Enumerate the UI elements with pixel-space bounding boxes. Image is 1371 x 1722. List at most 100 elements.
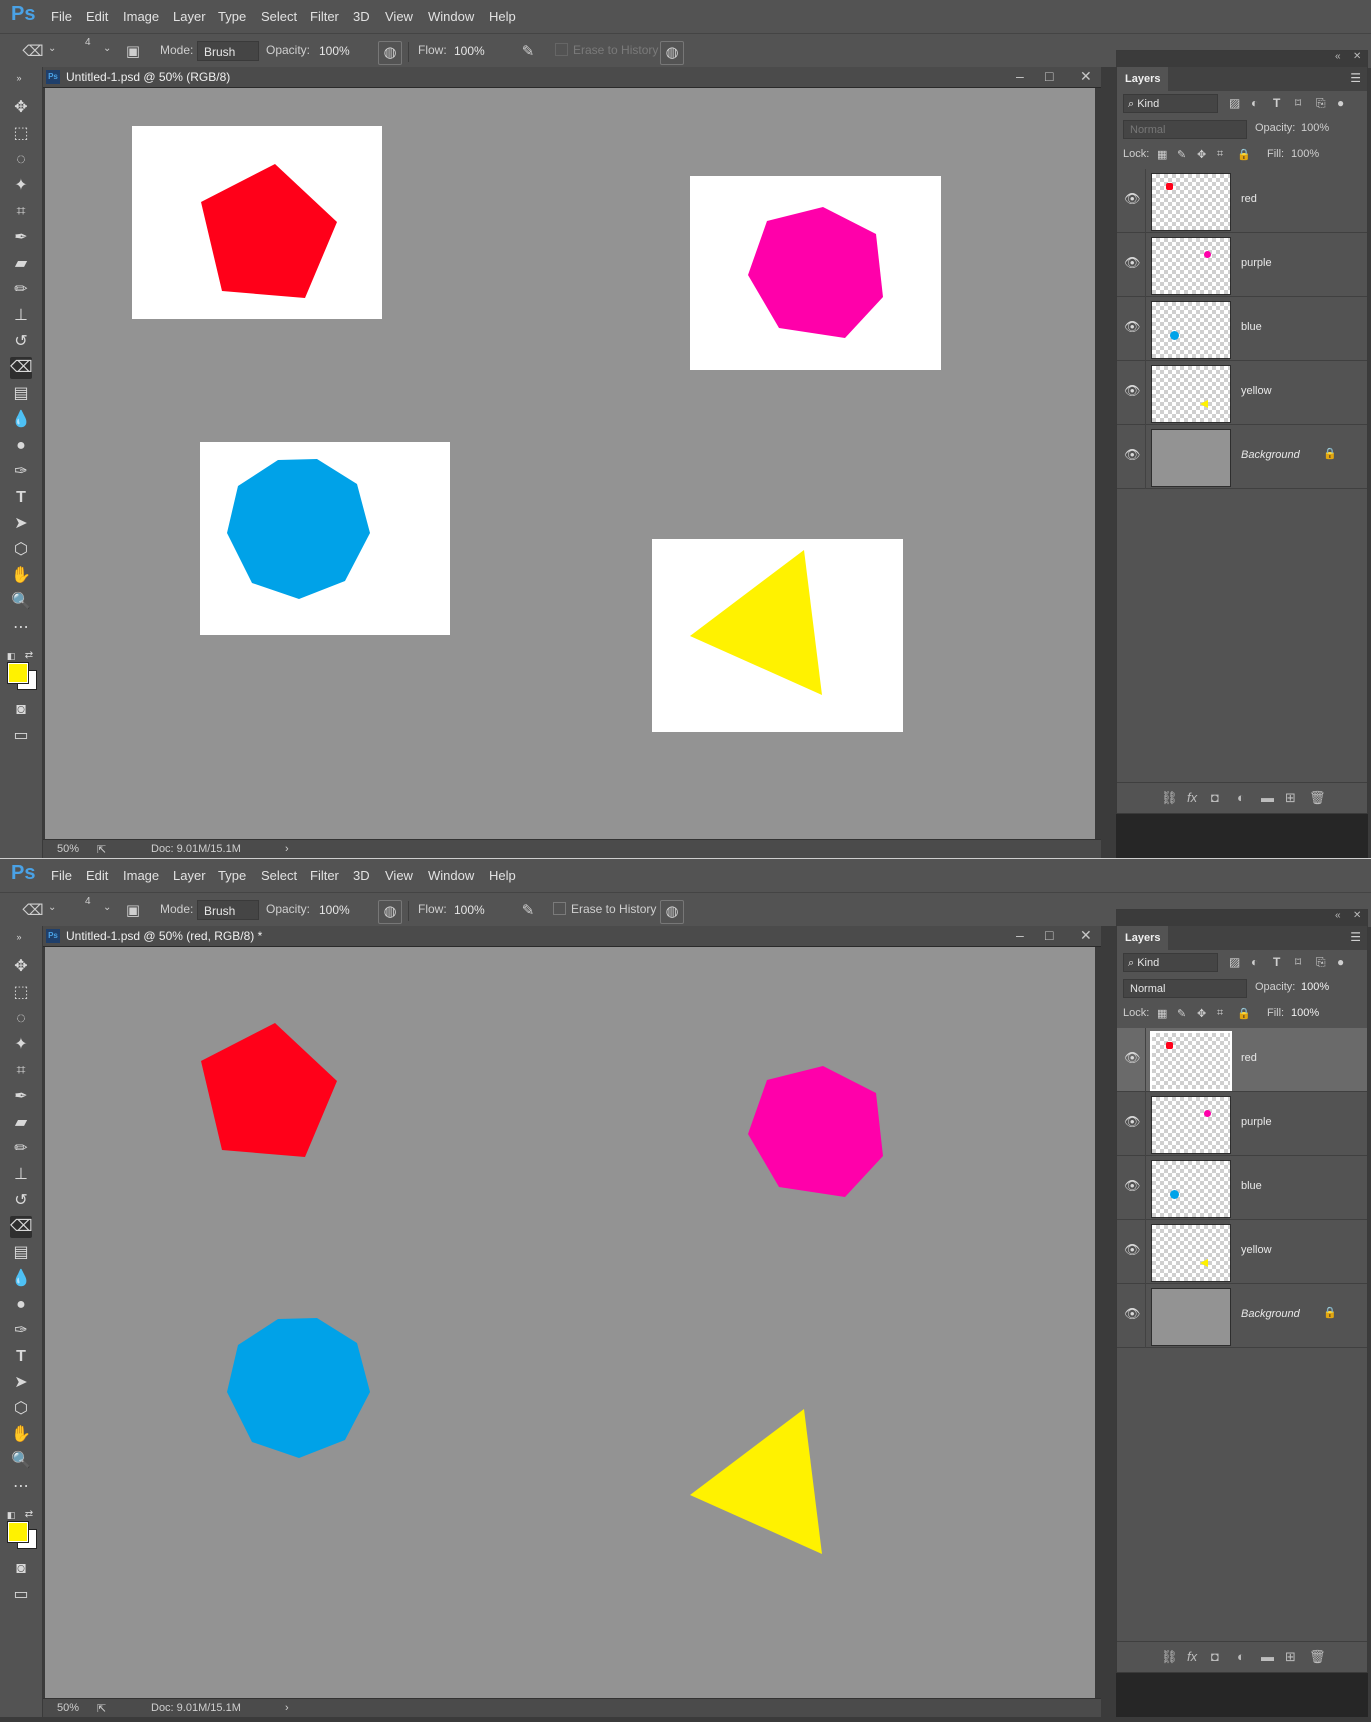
- pen-tool-icon[interactable]: ✑: [10, 1320, 32, 1342]
- adjustment-filter-icon[interactable]: ◐: [1251, 96, 1258, 110]
- brush-tool-icon[interactable]: ✏: [10, 1138, 32, 1160]
- brush-size[interactable]: 4: [85, 37, 91, 48]
- airbrush-icon[interactable]: ✎: [517, 900, 539, 922]
- filter-toggle-icon[interactable]: ●: [1337, 96, 1344, 110]
- document-tab[interactable]: Ps Untitled-1.psd @ 50% (red, RGB/8) * –…: [43, 926, 1101, 947]
- layer-row-blue[interactable]: 👁 blue: [1117, 297, 1367, 361]
- menu-file[interactable]: File: [51, 868, 72, 883]
- shape-filter-icon[interactable]: ⌑: [1295, 955, 1301, 969]
- menu-type[interactable]: Type: [218, 9, 246, 24]
- quick-mask-icon[interactable]: ◙: [10, 699, 32, 721]
- visibility-eye-icon[interactable]: 👁: [1124, 1178, 1141, 1194]
- foreground-color-swatch[interactable]: [8, 663, 28, 683]
- layer-row-red[interactable]: 👁 red: [1117, 169, 1367, 233]
- path-selection-tool-icon[interactable]: ➤: [10, 1372, 32, 1394]
- close-icon[interactable]: ✕: [1080, 68, 1092, 85]
- visibility-eye-icon[interactable]: 👁: [1124, 1114, 1141, 1130]
- menu-select[interactable]: Select: [261, 868, 297, 883]
- erase-to-history-checkbox[interactable]: Erase to History: [555, 43, 658, 57]
- close-icon[interactable]: ✕: [1080, 927, 1092, 944]
- menu-help[interactable]: Help: [489, 868, 516, 883]
- fill-field[interactable]: 100%: [1291, 1007, 1319, 1019]
- shape-tool-icon[interactable]: ⬡: [10, 1398, 32, 1420]
- layer-row-blue[interactable]: 👁 blue: [1117, 1156, 1367, 1220]
- eyedropper-tool-icon[interactable]: ✒: [10, 227, 32, 249]
- healing-brush-tool-icon[interactable]: ▰: [10, 253, 32, 275]
- layers-tab[interactable]: Layers: [1117, 67, 1169, 91]
- erase-to-history-checkbox[interactable]: Erase to History: [553, 902, 656, 916]
- menu-file[interactable]: File: [51, 9, 72, 24]
- lock-transparent-icon[interactable]: ▦: [1157, 1007, 1167, 1020]
- preset-dropdown-icon[interactable]: ⌄: [48, 43, 56, 54]
- pixel-filter-icon[interactable]: ▨: [1229, 96, 1240, 110]
- canvas[interactable]: [45, 947, 1095, 1698]
- pressure-size-icon[interactable]: ◍: [660, 41, 684, 65]
- marquee-tool-icon[interactable]: ⬚: [10, 982, 32, 1004]
- lock-position-icon[interactable]: ✥: [1197, 148, 1206, 161]
- pressure-opacity-icon[interactable]: ◍: [378, 41, 402, 65]
- layer-row-yellow[interactable]: 👁 yellow: [1117, 1220, 1367, 1284]
- layer-row-background[interactable]: 👁 Background 🔒: [1117, 1284, 1367, 1348]
- collapse-icon[interactable]: »: [8, 67, 30, 89]
- delete-layer-icon[interactable]: 🗑: [1309, 1649, 1326, 1665]
- magic-wand-tool-icon[interactable]: ✦: [10, 1034, 32, 1056]
- adjustment-filter-icon[interactable]: ◐: [1251, 955, 1258, 969]
- maximize-icon[interactable]: □: [1045, 927, 1053, 943]
- layer-name[interactable]: Background: [1241, 1308, 1300, 1320]
- lock-image-icon[interactable]: ✎: [1177, 148, 1186, 161]
- brush-dropdown-icon[interactable]: ⌄: [103, 902, 111, 913]
- layer-row-background[interactable]: 👁 Background 🔒: [1117, 425, 1367, 489]
- menu-type[interactable]: Type: [218, 868, 246, 883]
- menu-edit[interactable]: Edit: [86, 9, 108, 24]
- smart-object-filter-icon[interactable]: ⎘: [1316, 96, 1326, 111]
- menu-filter[interactable]: Filter: [310, 9, 339, 24]
- status-menu-arrow-icon[interactable]: ›: [285, 1702, 289, 1714]
- clone-stamp-tool-icon[interactable]: ⊥: [10, 1164, 32, 1186]
- healing-brush-tool-icon[interactable]: ▰: [10, 1112, 32, 1134]
- crop-tool-icon[interactable]: ⌗: [10, 1060, 32, 1082]
- lock-artboard-icon[interactable]: ⌗: [1217, 1007, 1223, 1020]
- screen-mode-icon[interactable]: ▭: [10, 1584, 32, 1606]
- link-layers-icon[interactable]: ⛓: [1161, 790, 1178, 806]
- doc-size-info[interactable]: Doc: 9.01M/15.1M: [151, 843, 241, 855]
- type-filter-icon[interactable]: T: [1273, 96, 1280, 110]
- collapse-panels-icon[interactable]: «: [1335, 51, 1341, 62]
- flow-field[interactable]: 100%: [448, 900, 506, 920]
- flow-field[interactable]: 100%: [448, 41, 506, 61]
- opacity-field[interactable]: 100%: [313, 41, 371, 61]
- close-panel-icon[interactable]: ✕: [1353, 910, 1361, 921]
- type-tool-icon[interactable]: T: [10, 487, 32, 509]
- shape-tool-icon[interactable]: ⬡: [10, 539, 32, 561]
- new-adjustment-layer-icon[interactable]: ◐: [1237, 790, 1245, 805]
- brush-panel-icon[interactable]: ▣: [122, 900, 144, 922]
- shape-filter-icon[interactable]: ⌑: [1295, 96, 1301, 110]
- panel-menu-icon[interactable]: ☰: [1350, 930, 1361, 944]
- layers-tab[interactable]: Layers: [1117, 926, 1169, 950]
- dodge-tool-icon[interactable]: ●: [10, 435, 32, 457]
- new-layer-icon[interactable]: ⊞: [1285, 790, 1296, 806]
- eyedropper-tool-icon[interactable]: ✒: [10, 1086, 32, 1108]
- eraser-tool-preset-icon[interactable]: ⌫: [22, 41, 44, 63]
- pressure-opacity-icon[interactable]: ◍: [378, 900, 402, 924]
- menu-view[interactable]: View: [385, 868, 413, 883]
- layer-name[interactable]: yellow: [1241, 1244, 1272, 1256]
- brush-tool-icon[interactable]: ✏: [10, 279, 32, 301]
- type-tool-icon[interactable]: T: [10, 1346, 32, 1368]
- lasso-tool-icon[interactable]: ◌: [10, 149, 32, 171]
- foreground-color-swatch[interactable]: [8, 1522, 28, 1542]
- screen-mode-icon[interactable]: ▭: [10, 725, 32, 747]
- menu-3d[interactable]: 3D: [353, 868, 370, 883]
- layer-row-red[interactable]: 👁 red: [1117, 1028, 1367, 1092]
- menu-view[interactable]: View: [385, 9, 413, 24]
- mode-select[interactable]: Brush: [197, 41, 259, 61]
- menu-window[interactable]: Window: [428, 9, 474, 24]
- airbrush-icon[interactable]: ✎: [517, 41, 539, 63]
- gradient-tool-icon[interactable]: ▤: [10, 383, 32, 405]
- brush-size[interactable]: 4: [85, 896, 91, 907]
- blend-mode-select[interactable]: Normal: [1123, 979, 1247, 998]
- hand-tool-icon[interactable]: ✋: [10, 565, 32, 587]
- minimize-icon[interactable]: –: [1016, 927, 1024, 943]
- zoom-tool-icon[interactable]: 🔍: [10, 1450, 32, 1472]
- blur-tool-icon[interactable]: 💧: [10, 1268, 32, 1290]
- type-filter-icon[interactable]: T: [1273, 955, 1280, 969]
